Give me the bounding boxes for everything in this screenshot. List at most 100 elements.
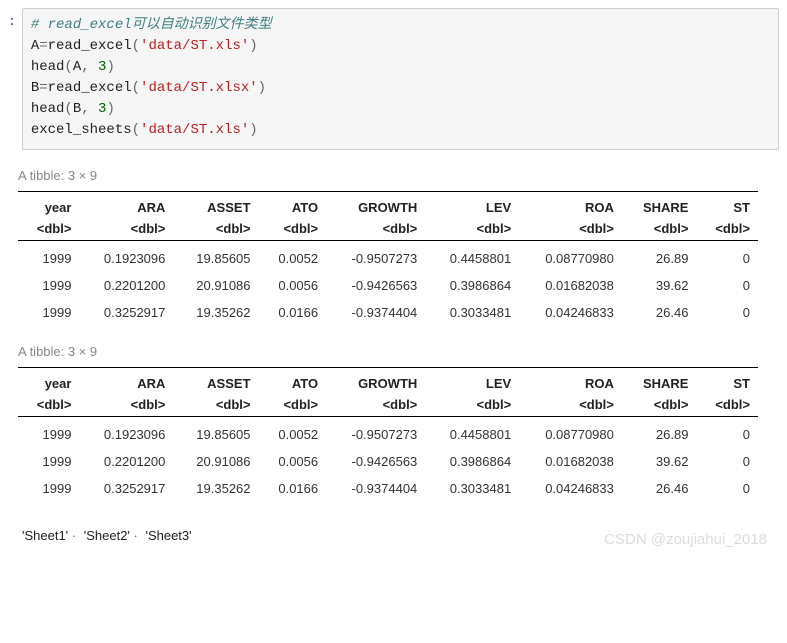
column-header: ARA <box>79 368 173 398</box>
column-header: GROWTH <box>326 192 425 222</box>
column-header: ROA <box>519 192 622 222</box>
code-token: excel_sheets <box>31 122 132 138</box>
column-type: <dbl> <box>259 397 327 417</box>
code-token: ( <box>132 122 140 138</box>
table-row: 19990.220120020.910860.0056-0.94265630.3… <box>18 448 758 475</box>
code-token: = <box>39 80 47 96</box>
table-cell: 26.46 <box>622 299 697 326</box>
column-type: <dbl> <box>18 221 79 241</box>
table-cell: 0.3033481 <box>425 475 519 502</box>
table-cell: 0.08770980 <box>519 241 622 273</box>
table-cell: 0.0052 <box>259 417 327 449</box>
code-cell: : # read_excel可以自动识别文件类型 A=read_excel('d… <box>8 8 779 150</box>
watermark-text: CSDN @zoujiahui_2018 <box>8 531 779 548</box>
table-cell: 0.4458801 <box>425 417 519 449</box>
table-cell: 0.2201200 <box>79 448 173 475</box>
table-header-row: yearARAASSETATOGROWTHLEVROASHAREST <box>18 368 758 398</box>
column-type: <dbl> <box>425 397 519 417</box>
table-cell: 1999 <box>18 448 79 475</box>
table-cell: 0.3986864 <box>425 448 519 475</box>
code-string: 'data/ST.xls' <box>140 122 249 138</box>
table-cell: 20.91086 <box>173 272 258 299</box>
column-type: <dbl> <box>696 221 758 241</box>
code-token: A <box>31 38 39 54</box>
code-token: ( <box>64 59 72 75</box>
table-cell: 1999 <box>18 241 79 273</box>
table-cell: 0.01682038 <box>519 448 622 475</box>
code-string: 'data/ST.xls' <box>140 38 249 54</box>
table-row: 19990.192309619.856050.0052-0.95072730.4… <box>18 241 758 273</box>
table-row: 19990.220120020.910860.0056-0.94265630.3… <box>18 272 758 299</box>
table-cell: 0.3986864 <box>425 272 519 299</box>
column-type: <dbl> <box>173 397 258 417</box>
output-table-2: yearARAASSETATOGROWTHLEVROASHAREST <dbl>… <box>18 367 758 502</box>
table-cell: -0.9374404 <box>326 299 425 326</box>
column-header: year <box>18 192 79 222</box>
table-cell: 0.3033481 <box>425 299 519 326</box>
table-cell: 0.0056 <box>259 448 327 475</box>
column-type: <dbl> <box>696 397 758 417</box>
table-row: 19990.192309619.856050.0052-0.95072730.4… <box>18 417 758 449</box>
column-header: ATO <box>259 192 327 222</box>
code-token: A <box>73 59 81 75</box>
code-token: ) <box>106 101 114 117</box>
table-cell: 19.85605 <box>173 241 258 273</box>
table-cell: -0.9374404 <box>326 475 425 502</box>
table-cell: 0.0166 <box>259 299 327 326</box>
table-cell: 0.0052 <box>259 241 327 273</box>
code-token: head <box>31 101 65 117</box>
column-header: ATO <box>259 368 327 398</box>
column-type: <dbl> <box>519 221 622 241</box>
column-header: ASSET <box>173 368 258 398</box>
column-header: GROWTH <box>326 368 425 398</box>
column-header: ROA <box>519 368 622 398</box>
code-token: ( <box>132 38 140 54</box>
column-header: year <box>18 368 79 398</box>
column-type: <dbl> <box>622 221 697 241</box>
column-header: SHARE <box>622 368 697 398</box>
column-type: <dbl> <box>425 221 519 241</box>
code-block[interactable]: # read_excel可以自动识别文件类型 A=read_excel('dat… <box>22 8 779 150</box>
code-token: read_excel <box>48 80 132 96</box>
table-cell: 0.04246833 <box>519 475 622 502</box>
table-cell: 1999 <box>18 272 79 299</box>
code-token: read_excel <box>48 38 132 54</box>
tibble-caption-1: A tibble: 3 × 9 <box>18 168 779 183</box>
table-cell: 0.2201200 <box>79 272 173 299</box>
code-token: ) <box>249 38 257 54</box>
table-cell: 19.35262 <box>173 475 258 502</box>
table-cell: 19.85605 <box>173 417 258 449</box>
column-header: ST <box>696 368 758 398</box>
table-cell: 0 <box>696 299 758 326</box>
column-header: ASSET <box>173 192 258 222</box>
table-cell: 0 <box>696 475 758 502</box>
column-header: LEV <box>425 192 519 222</box>
column-type: <dbl> <box>519 397 622 417</box>
code-string: 'data/ST.xlsx' <box>140 80 258 96</box>
table-cell: 0.1923096 <box>79 417 173 449</box>
table-cell: 26.46 <box>622 475 697 502</box>
table-cell: 0.4458801 <box>425 241 519 273</box>
code-token: , <box>81 101 98 117</box>
column-type: <dbl> <box>622 397 697 417</box>
table-row: 19990.325291719.352620.0166-0.93744040.3… <box>18 299 758 326</box>
code-token: ( <box>64 101 72 117</box>
column-type: <dbl> <box>173 221 258 241</box>
table-cell: 19.35262 <box>173 299 258 326</box>
column-type: <dbl> <box>79 221 173 241</box>
code-token: = <box>39 38 47 54</box>
table-cell: 0.3252917 <box>79 475 173 502</box>
table-cell: 0 <box>696 272 758 299</box>
output-table-1: yearARAASSETATOGROWTHLEVROASHAREST <dbl>… <box>18 191 758 326</box>
table-cell: 39.62 <box>622 272 697 299</box>
input-prompt: : <box>8 8 22 29</box>
table-cell: -0.9426563 <box>326 448 425 475</box>
table-cell: 0.04246833 <box>519 299 622 326</box>
code-token: B <box>73 101 81 117</box>
table-cell: 1999 <box>18 299 79 326</box>
column-header: ARA <box>79 192 173 222</box>
table-cell: -0.9507273 <box>326 417 425 449</box>
code-token: ( <box>132 80 140 96</box>
code-token: ) <box>106 59 114 75</box>
column-header: LEV <box>425 368 519 398</box>
